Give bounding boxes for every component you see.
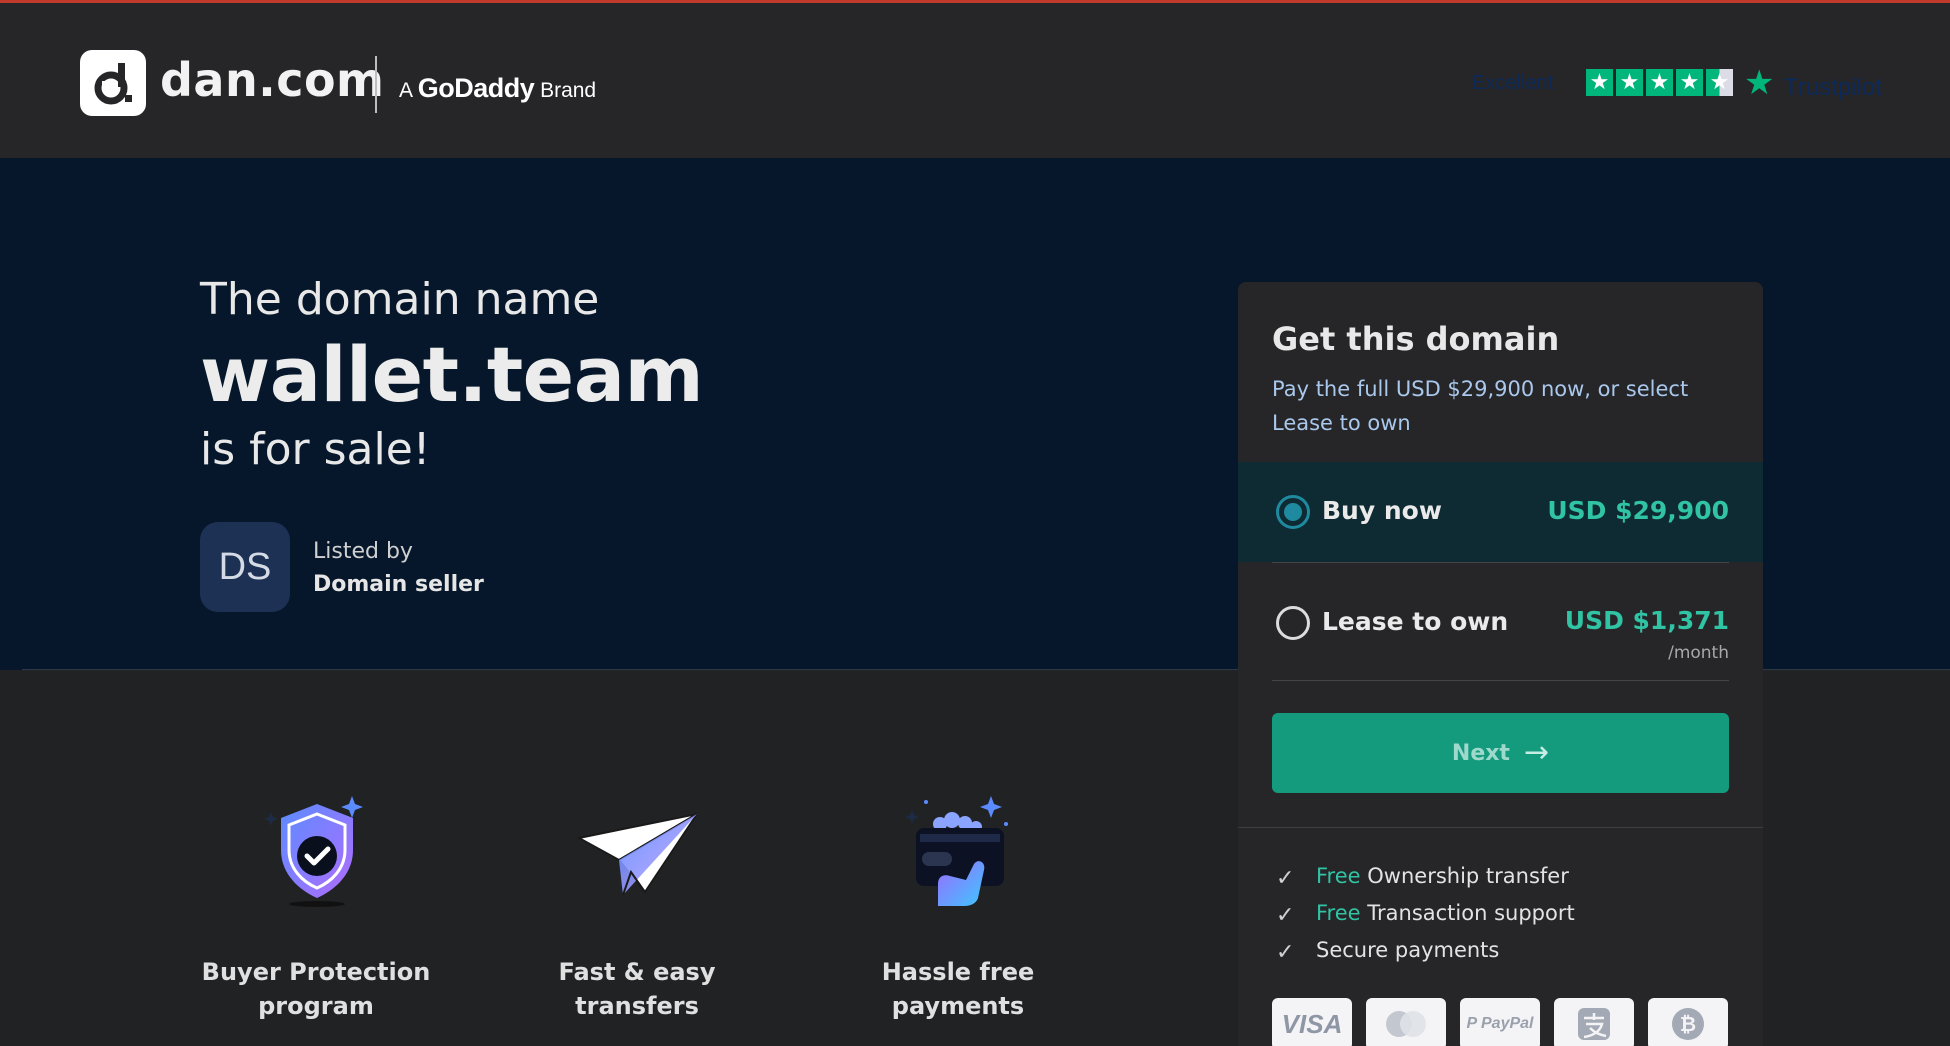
star-icon: ★ <box>1676 69 1703 96</box>
feature-title-line2: payments <box>891 992 1025 1020</box>
option-divider <box>1272 680 1729 681</box>
feature-title-line2: transfers <box>575 992 699 1020</box>
feature-title-line1: Fast & easy <box>558 958 716 986</box>
half-star-icon: ★ <box>1706 69 1733 96</box>
site-header: dan.com A GoDaddy Brand Excellent ★ ★ ★ … <box>0 3 1950 158</box>
bitcoin-icon: ₿ <box>1648 998 1728 1046</box>
star-icon: ★ <box>1586 69 1613 96</box>
seller-name: Domain seller <box>313 572 484 597</box>
card-title: Get this domain <box>1272 320 1560 358</box>
shield-check-icon <box>257 790 377 910</box>
perk-text: Secure payments <box>1316 938 1500 962</box>
payment-methods: VISA P PayPal ₿ <box>1272 998 1728 1046</box>
paypal-icon: P PayPal <box>1460 998 1540 1046</box>
star-icon: ★ <box>1616 69 1643 96</box>
logo-text[interactable]: dan.com <box>160 53 385 107</box>
option-label: Buy now <box>1322 496 1442 525</box>
trustpilot-rating-word: Excellent <box>1472 72 1554 94</box>
check-icon: ✓ <box>1276 940 1295 965</box>
hand-card-icon <box>898 790 1018 910</box>
purchase-card: Get this domain Pay the full USD $29,900… <box>1238 282 1763 1046</box>
mastercard-icon <box>1366 998 1446 1046</box>
check-icon: ✓ <box>1276 903 1295 928</box>
trustpilot-logo-star-icon: ★ <box>1744 63 1775 103</box>
dan-logo-icon[interactable] <box>80 50 146 116</box>
option-price: USD $1,371 <box>1564 606 1729 635</box>
for-sale-text: is for sale! <box>200 424 431 475</box>
seller-avatar: DS <box>200 522 290 612</box>
card-separator <box>1238 827 1763 828</box>
radio-buy-now[interactable] <box>1276 495 1310 529</box>
next-button-label: Next <box>1451 741 1510 766</box>
brand-suffix: Brand <box>540 79 597 102</box>
brand-name: GoDaddy <box>417 73 535 103</box>
paper-plane-icon <box>576 800 698 920</box>
alipay-icon <box>1554 998 1634 1046</box>
trustpilot-logo-text: Trustpilot <box>1784 74 1882 101</box>
brand-prefix: A <box>399 79 412 102</box>
feature-title: Hassle free payments <box>808 955 1108 1023</box>
perk-free-label: Free <box>1316 864 1361 888</box>
svg-text:₿: ₿ <box>1680 1012 1696 1036</box>
feature-title: Fast & easy transfers <box>487 955 787 1023</box>
perk-text: Transaction support <box>1367 901 1575 925</box>
logo-divider <box>375 56 377 113</box>
hero-intro: The domain name <box>200 274 600 325</box>
option-price: USD $29,900 <box>1547 496 1729 525</box>
perk-text: Ownership transfer <box>1367 864 1569 888</box>
arrow-right-icon: → <box>1523 735 1550 770</box>
godaddy-brand: A GoDaddy Brand <box>399 73 596 104</box>
trustpilot-widget[interactable]: Excellent ★ ★ ★ ★ ★ ★ Trustpilot <box>1472 63 1892 103</box>
feature-title-line1: Hassle free <box>881 958 1035 986</box>
option-label: Lease to own <box>1322 607 1509 636</box>
feature-title-line1: Buyer Protection <box>201 958 431 986</box>
check-icon: ✓ <box>1276 866 1295 891</box>
feature-title: Buyer Protection program <box>166 955 466 1023</box>
perk-free-label: Free <box>1316 901 1361 925</box>
option-lease-to-own[interactable]: Lease to own USD $1,371 /month <box>1238 563 1763 682</box>
listed-by-label: Listed by <box>313 539 413 564</box>
option-period: /month <box>1668 643 1729 663</box>
card-description: Pay the full USD $29,900 now, or select … <box>1272 377 1689 435</box>
visa-icon: VISA <box>1272 998 1352 1046</box>
next-button[interactable]: Next → <box>1272 713 1729 793</box>
trustpilot-stars: ★ ★ ★ ★ ★ <box>1586 69 1733 96</box>
feature-title-line2: program <box>258 992 374 1020</box>
radio-lease-to-own[interactable] <box>1276 606 1310 640</box>
star-icon: ★ <box>1646 69 1673 96</box>
domain-name: wallet.team <box>200 330 704 419</box>
option-buy-now[interactable]: Buy now USD $29,900 <box>1238 462 1763 562</box>
